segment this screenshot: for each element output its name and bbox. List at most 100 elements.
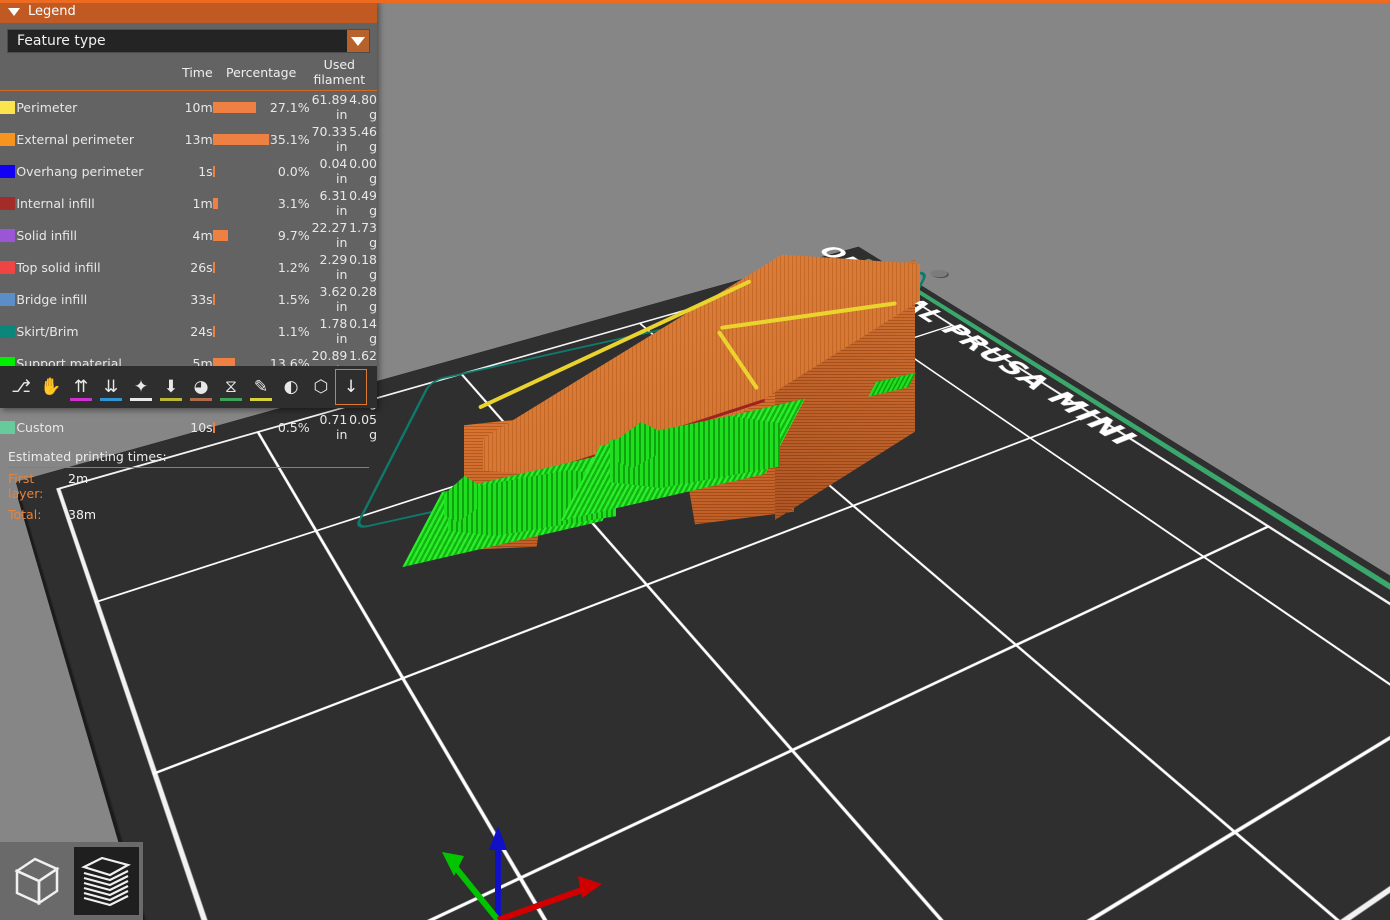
custom-gcodes-icon[interactable]: ✎ [246,370,276,404]
feature-color-swatch [0,133,15,146]
legend-titlebar[interactable]: Legend [0,0,377,23]
legend-feature-time: 10s [182,411,213,443]
legend-row[interactable]: Custom 10s 0.5% 0.71 in 0.05 g [0,411,377,443]
sliced-model[interactable] [420,230,980,630]
legend-filament-weight: 0.00 g [347,155,377,187]
legend-row[interactable]: Bridge infill 33s 1.5% 3.62 in 0.28 g [0,283,377,315]
legend-percent-bar [213,134,269,145]
toolbar-underline [250,398,272,401]
legend-swatch-cell [0,283,16,315]
col-percentage-header: Percentage [213,55,310,91]
col-time-header: Time [182,55,213,91]
legend-filament-length: 2.29 in [310,251,348,283]
col-feature [16,55,181,91]
legend-filament-length: 0.04 in [310,155,348,187]
nozzle-icon[interactable]: ↓ [336,370,366,404]
legend-filament-weight: 5.46 g [347,123,377,155]
tool-changes-icon[interactable]: ⇊ [96,370,126,404]
legend-percent-bar-cell [213,219,270,251]
legend-swatch-cell [0,187,16,219]
legend-percent-value: 35.1% [270,123,310,155]
legend-swatch-cell [0,91,16,124]
legend-percent-bar [213,422,215,433]
feature-color-swatch [0,421,15,434]
feature-color-swatch [0,101,15,114]
legend-feature-label: Custom [16,411,181,443]
legend-percent-value: 3.1% [270,187,310,219]
legend-percent-bar-cell [213,155,270,187]
pause-prints-icon[interactable]: ⧖ [216,370,246,404]
legend-filament-length: 0.71 in [310,411,348,443]
col-used-filament-header: Used filament [310,55,377,91]
legend-feature-time: 1m [182,187,213,219]
shells-icon[interactable]: ◐ [276,370,306,404]
legend-feature-label: Internal infill [16,187,181,219]
legend-feature-label: Skirt/Brim [16,315,181,347]
feature-color-swatch [0,261,15,274]
legend-panel[interactable]: Legend Feature type Time Percentage Used… [0,0,377,408]
retractions-icon[interactable]: ✋ [36,370,66,404]
z-axis-arrow [489,826,507,850]
travel-icon[interactable]: ⎇ [6,370,36,404]
wipe-icon[interactable]: ✦ [126,370,156,404]
legend-percent-bar [213,326,215,337]
legend-swatch-cell [0,155,16,187]
legend-feature-time: 33s [182,283,213,315]
legend-header-row: Time Percentage Used filament [0,55,377,91]
legend-filament-length: 3.62 in [310,283,348,315]
feature-color-swatch [0,293,15,306]
legend-percent-bar-cell [213,123,270,155]
toolbar-underline [190,398,212,401]
legend-feature-time: 13m [182,123,213,155]
legend-percent-bar [213,230,228,241]
total-value: 38m [68,507,96,522]
legend-percent-bar-cell [213,91,270,124]
legend-percent-bar [213,262,215,273]
legend-row[interactable]: External perimeter 13m 35.1% 70.33 in 5.46 g [0,123,377,155]
total-label: Total: [8,507,68,522]
legend-row[interactable]: Overhang perimeter 1s 0.0% 0.04 in 0.00 g [0,155,377,187]
legend-percent-bar [213,166,215,177]
legend-filament-weight: 0.28 g [347,283,377,315]
legend-percent-value: 0.0% [270,155,310,187]
total-time-row: Total: 38m [0,504,377,525]
first-layer-time-row: First layer: 2m [0,468,377,504]
legend-filament-length: 61.89 in [310,91,348,124]
preview-toolbar[interactable]: ⎇ ✋ ⇈ ⇊ ✦ ⬇ ◕ ⧖ ✎ ◐ ⬡ ↓ [0,366,377,408]
legend-filament-length: 1.78 in [310,315,348,347]
view-type-select[interactable]: Feature type [7,29,370,53]
y-axis [456,868,498,920]
3d-editor-view-icon[interactable] [4,847,70,915]
preview-layers-icon[interactable] [74,847,140,915]
first-layer-label: First layer: [8,471,68,501]
legend-percent-value: 9.7% [270,219,310,251]
legend-percent-value: 1.2% [270,251,310,283]
legend-feature-time: 24s [182,315,213,347]
legend-row[interactable]: Top solid infill 26s 1.2% 2.29 in 0.18 g [0,251,377,283]
legend-feature-label: Top solid infill [16,251,181,283]
legend-feature-time: 26s [182,251,213,283]
legend-feature-label: Overhang perimeter [16,155,181,187]
legend-filament-weight: 4.80 g [347,91,377,124]
legend-box-icon[interactable]: ⬡ [306,370,336,404]
top-accent-bar [0,0,1390,3]
legend-feature-label: Perimeter [16,91,181,124]
view-type-value: Feature type [8,33,347,49]
toolbar-underline [220,398,242,401]
legend-percent-bar [213,102,256,113]
view-mode-switcher[interactable] [0,842,143,920]
triangle-down-icon[interactable] [8,8,20,16]
color-changes-icon[interactable]: ◕ [186,370,216,404]
legend-row[interactable]: Perimeter 10m 27.1% 61.89 in 4.80 g [0,91,377,124]
legend-filament-length: 22.27 in [310,219,348,251]
legend-percent-bar [213,198,218,209]
legend-row[interactable]: Internal infill 1m 3.1% 6.31 in 0.49 g [0,187,377,219]
legend-title-label: Legend [28,4,76,19]
retract-icon[interactable]: ⬇ [156,370,186,404]
legend-row[interactable]: Skirt/Brim 24s 1.1% 1.78 in 0.14 g [0,315,377,347]
seams-icon[interactable]: ⇈ [66,370,96,404]
legend-percent-bar-cell [213,411,270,443]
legend-row[interactable]: Solid infill 4m 9.7% 22.27 in 1.73 g [0,219,377,251]
chevron-down-icon[interactable] [347,30,369,52]
axes-gizmo [430,810,630,920]
